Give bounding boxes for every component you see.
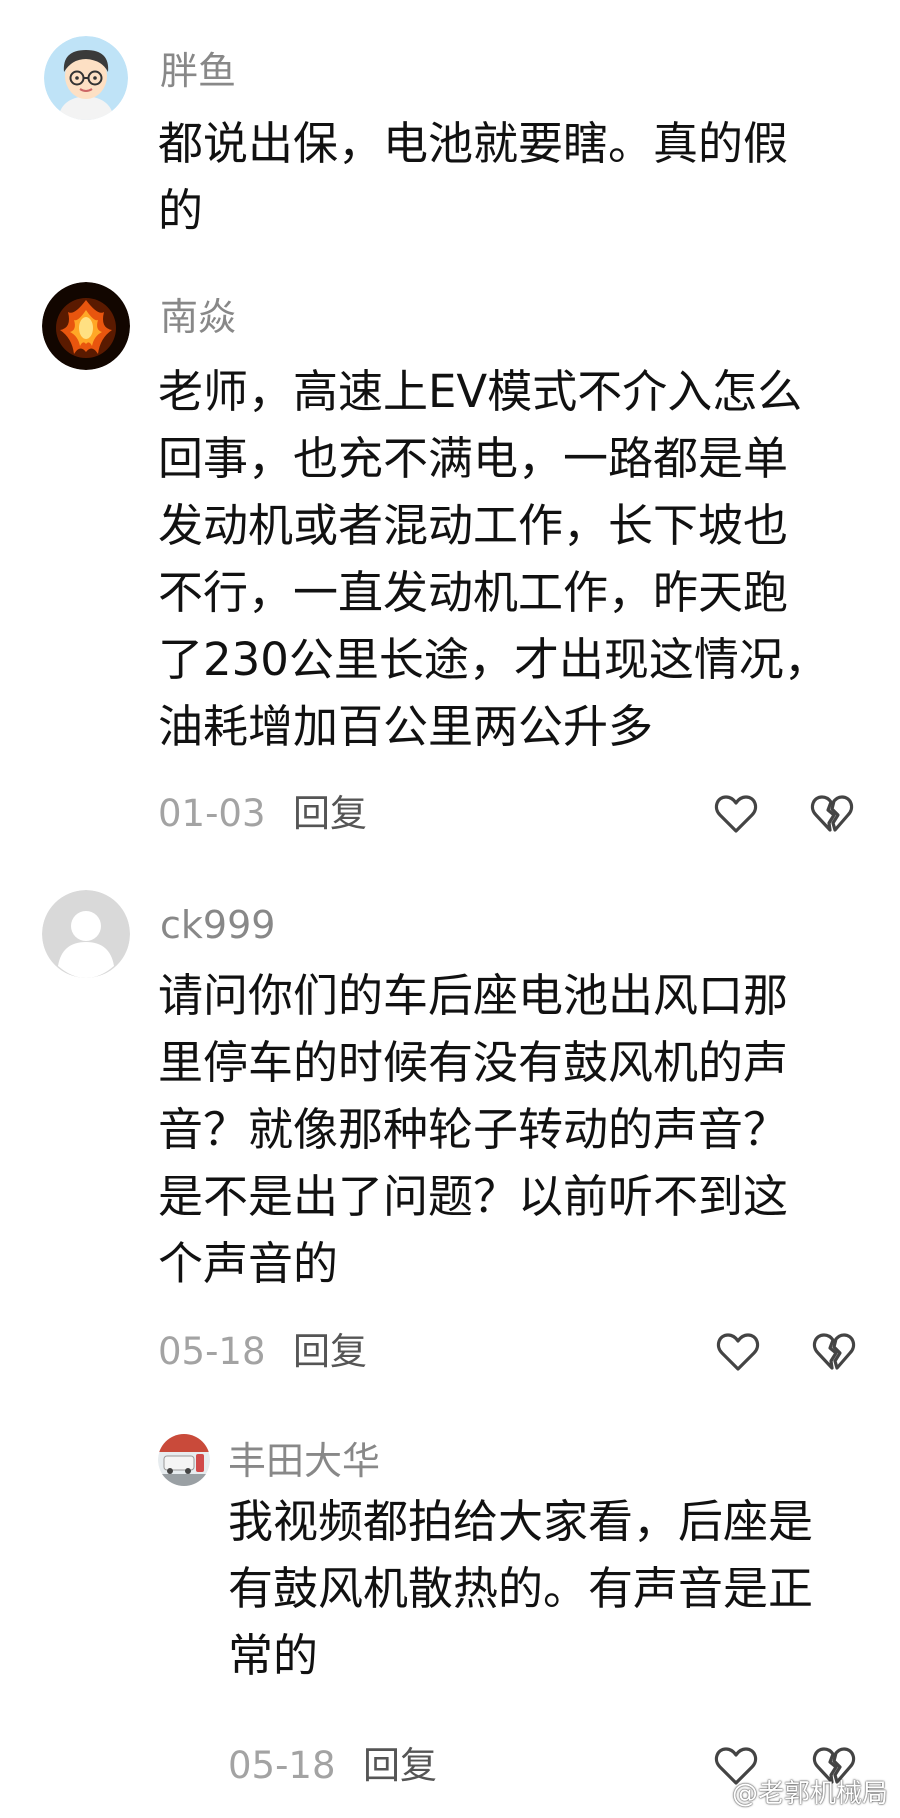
comment-date: 01-03 <box>158 792 266 835</box>
comment-text-line: 常的 <box>228 1629 319 1682</box>
comment-text-line: 音？就像那种轮子转动的声音？ <box>158 1103 789 1156</box>
comment-item: 胖鱼 都说出保，电池就要瞎。真的假 的 <box>0 0 900 250</box>
comment-text-line: 回事，也充不满电，一路都是单 <box>158 432 789 485</box>
comment-text-line: 都说出保，电池就要瞎。真的假 <box>158 117 789 170</box>
comment-text-line: 了230公里长途，才出现这情况， <box>158 633 829 686</box>
broken-heart-icon[interactable] <box>808 790 856 838</box>
comment-date: 05-18 <box>228 1744 336 1787</box>
comment-text-line: 里停车的时候有没有鼓风机的声 <box>158 1036 789 1089</box>
user-avatar[interactable] <box>42 890 130 978</box>
comment-text-line: 是不是出了问题？以前听不到这 <box>158 1170 789 1223</box>
comment-username[interactable]: 南焱 <box>160 298 236 336</box>
comment-meta: 01-03 回复 <box>0 790 900 838</box>
comment-username[interactable]: 丰田大华 <box>228 1442 380 1480</box>
comment-text: 老师，高速上EV模式不介入怎么 回事，也充不满电，一路都是单 发动机或者混动工作… <box>158 358 829 760</box>
comment-item: ck999 请问你们的车后座电池出风口那 里停车的时候有没有鼓风机的声 音？就像… <box>0 880 900 1400</box>
user-avatar[interactable] <box>42 282 130 370</box>
comment-text-line: 的 <box>158 184 204 237</box>
comment-item: 南焱 老师，高速上EV模式不介入怎么 回事，也充不满电，一路都是单 发动机或者混… <box>0 270 900 850</box>
comment-text-line: 不行，一直发动机工作，昨天跑 <box>158 566 789 619</box>
broken-heart-icon[interactable] <box>810 1328 858 1376</box>
user-avatar[interactable] <box>158 1434 210 1486</box>
comment-text-line: 发动机或者混动工作，长下坡也 <box>158 499 789 552</box>
comment-text-line: 有鼓风机散热的。有声音是正 <box>228 1562 814 1615</box>
comment-text-line: 请问你们的车后座电池出风口那 <box>158 969 789 1022</box>
comment-username[interactable]: 胖鱼 <box>160 52 236 90</box>
reply-button[interactable]: 回复 <box>293 1328 367 1376</box>
comment-text-line: 个声音的 <box>158 1237 339 1290</box>
comment-text: 我视频都拍给大家看，后座是 有鼓风机散热的。有声音是正 常的 <box>228 1488 813 1689</box>
watermark-text: @老郭机械局 <box>731 1779 888 1809</box>
watermark: @老郭机械局 <box>698 1773 888 1812</box>
comment-date: 05-18 <box>158 1330 266 1373</box>
comment-text-line: 我视频都拍给大家看，后座是 <box>228 1495 814 1548</box>
user-avatar[interactable] <box>44 36 128 120</box>
reply-button[interactable]: 回复 <box>293 790 367 838</box>
comment-text-line: 油耗增加百公里两公升多 <box>158 700 654 753</box>
heart-icon[interactable] <box>714 1328 762 1376</box>
comment-text: 请问你们的车后座电池出风口那 里停车的时候有没有鼓风机的声 音？就像那种轮子转动… <box>158 962 788 1297</box>
comment-username[interactable]: ck999 <box>160 906 275 944</box>
comment-text: 都说出保，电池就要瞎。真的假 的 <box>158 110 788 244</box>
heart-icon[interactable] <box>712 790 760 838</box>
comment-meta: 05-18 回复 <box>0 1328 900 1376</box>
comment-text-line: 老师，高速上EV模式不介入怎么 <box>158 365 803 418</box>
reply-button[interactable]: 回复 <box>363 1742 437 1790</box>
weibo-logo-icon <box>698 1781 728 1812</box>
reply-item: 丰田大华 我视频都拍给大家看，后座是 有鼓风机散热的。有声音是正 常的 05-1… <box>0 1420 900 1818</box>
